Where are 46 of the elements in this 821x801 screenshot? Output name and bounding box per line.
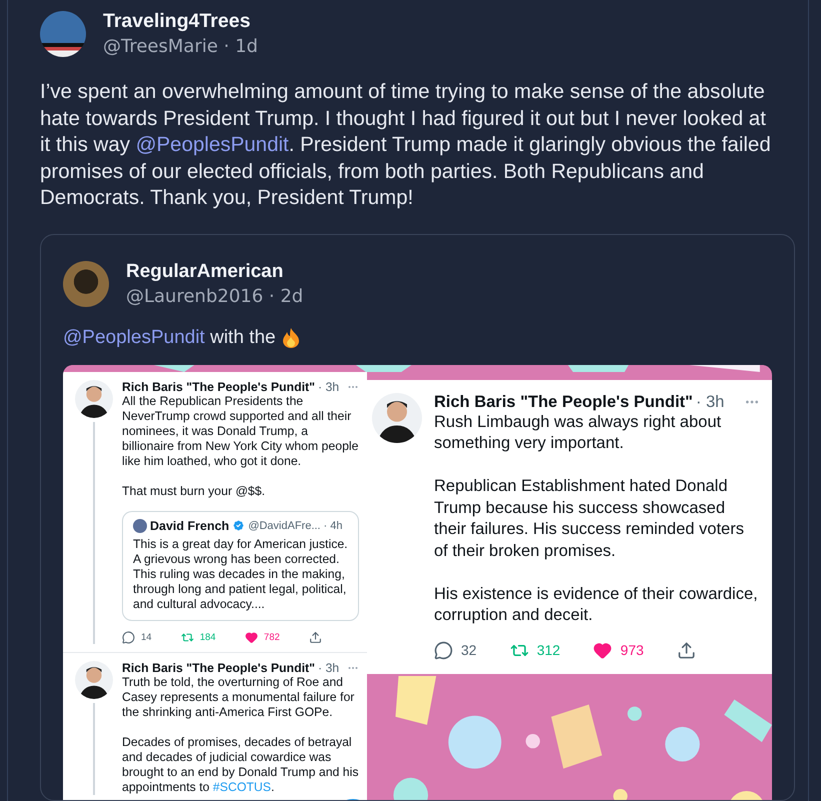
author-name: Rich Baris "The People's Pundit" [122,660,315,674]
tweet-text: Republican Establishment hated Donald Trump because his success showcased their failures. His success reminded voters of their broken promises. [434,476,745,562]
author-handle: @TreesMarie · 1d [103,36,258,57]
share-icon[interactable] [309,630,322,644]
post-text: I’ve spent an overwhelming amount of time trying to make sense of the absolute hate towards President Trump. I thought I had figured it out but I never looked at it this way @PeoplesPundit. President Trump made it glaringly obvious the failed promises of our elected officials, from both parties. Both Republicans and Democrats. Thank you, President Trump! [40,79,772,211]
tweet-time: · 3h [696,392,724,412]
reply-count: 14 [141,632,152,642]
tweet-text: Decades of promises, decades of betrayal and decades of judicial cowardice was brought to an end by Donald Trump and his appointments to #SCOTUS. [122,734,359,794]
avatar [75,380,113,418]
retweet-count: 184 [200,632,216,642]
quoted-tweet[interactable] [122,510,359,620]
reply-count: 32 [461,642,477,658]
quoted-post[interactable] [40,234,795,801]
avatar [63,260,109,306]
author-name: Rich Baris "The People's Pundit" [434,392,693,412]
author-handle: @Laurenb2016 · 2d [126,286,304,306]
reply-icon[interactable] [122,630,135,644]
reply-icon[interactable] [434,640,453,660]
fire-icon [282,328,300,348]
tweet-text: Rush Limbaugh was always right about something very important. [434,412,722,454]
tweet-text: His existence is evidence of their cowardice, corruption and deceit. [434,584,759,626]
tweet-time: @DavidAFre... · 4h [248,520,342,532]
avatar[interactable] [40,10,86,56]
tweet-text: All the Republican Presidents the NeverTrump crowd supported and all their nominees, it was Donald Trump, a billionaire from New York City whom people like him loathed, who got it done. [122,394,359,468]
mention-link[interactable]: @PeoplesPundit [136,133,289,156]
author-name: RegularAmerican [126,260,284,282]
like-count: 973 [620,642,644,658]
avatar [75,660,113,698]
tweet-text: That must burn your @$$. [122,484,266,498]
tweet-text: This is a great day for American justice. A grievous wrong has been corrected. This ruling was decades in the making, through long and patient legal, political, and cultural advocacy.... [133,536,348,612]
mention-link[interactable]: @PeoplesPundit [63,326,205,348]
avatar [133,518,147,532]
author-name: Rich Baris "The People's Pundit" [122,380,315,394]
author-name: David French [150,518,230,532]
tweet-text: Truth be told, the overturning of Roe and Casey represents a monumental failure for the shrinking anti-America First GOPe. [122,674,356,720]
retweet-count: 312 [536,642,560,658]
author-name: Traveling4Trees [103,10,252,33]
tweet-time: · 3h [318,380,340,394]
hashtag-link[interactable]: #SCOTUS [212,780,272,794]
heart-icon[interactable] [244,630,258,644]
like-count: 782 [264,632,280,642]
post-text: @PeoplesPundit with the [63,326,276,348]
tweet-time: · 3h [318,660,340,674]
share-icon[interactable] [677,640,696,660]
heart-icon[interactable] [593,640,612,660]
avatar [372,392,422,442]
